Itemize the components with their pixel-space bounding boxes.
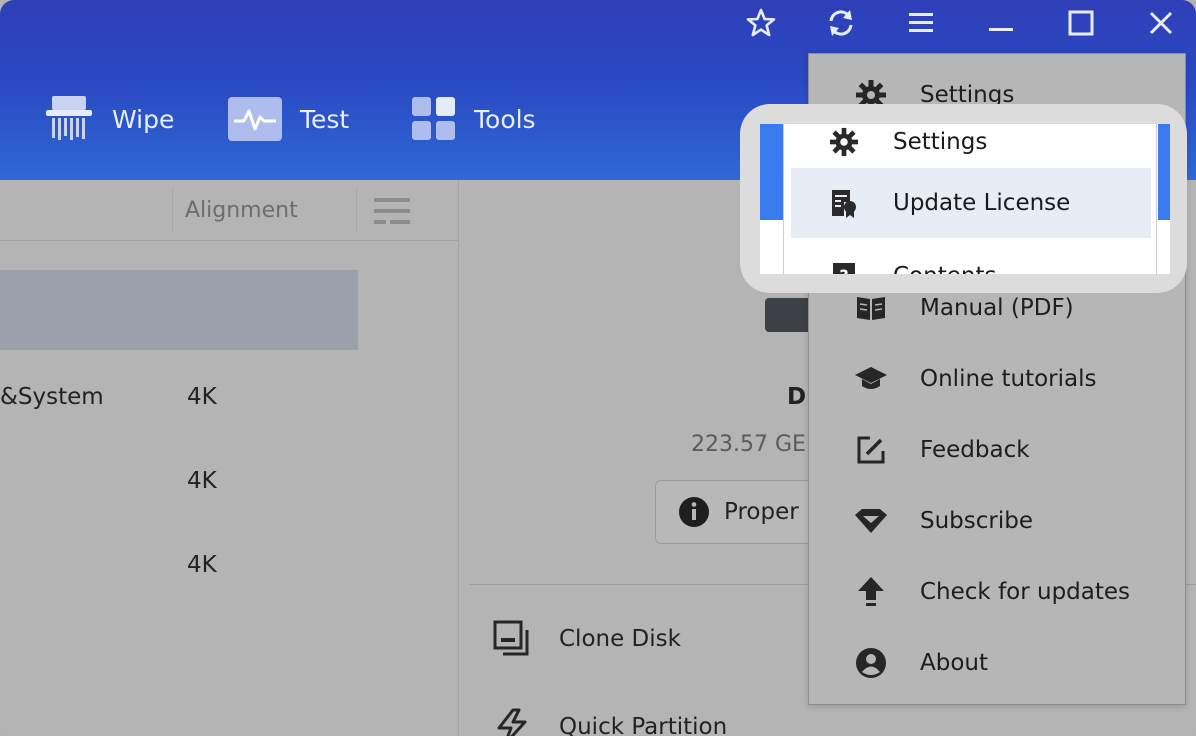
row-name: &System [0,384,104,410]
row-alignment: 4K [187,468,217,494]
column-settings-icon[interactable] [374,196,410,226]
callout-item-update-license[interactable]: Update License [791,168,1151,238]
graduation-cap-icon [855,367,887,389]
row-alignment: 4K [187,552,217,578]
menu-item-subscribe-label: Subscribe [920,508,1034,534]
svg-text:?: ? [839,266,848,274]
minimize-icon[interactable] [986,8,1016,38]
shredder-icon [46,96,92,140]
quick-partition-icon [497,708,527,736]
star-icon[interactable] [746,8,776,38]
properties-label: Proper [724,499,799,525]
toolbar-tools-label: Tools [474,104,536,134]
info-icon [679,497,709,527]
diamond-icon [855,509,887,533]
column-divider[interactable] [172,188,173,232]
callout-item-contents[interactable]: ? Contents [784,246,1156,274]
quick-partition-button[interactable]: Quick Partition [493,708,727,736]
menu-item-feedback[interactable]: Feedback [809,418,1185,482]
column-divider[interactable] [356,188,357,232]
menu-item-feedback-label: Feedback [920,437,1030,463]
menu-item-check-updates-label: Check for updates [920,579,1131,605]
refresh-icon[interactable] [826,8,856,38]
disk-size: 223.57 GE [691,432,806,457]
app-window: Wipe Test Tools Alignment &System 4K 4K … [0,0,1196,736]
table-row-selected[interactable] [0,270,358,350]
table-header: Alignment [0,180,458,241]
edit-icon [857,436,885,464]
callout-item-update-license-label: Update License [893,190,1071,216]
upload-arrow-icon [858,577,884,606]
menu-item-subscribe[interactable]: Subscribe [809,489,1185,553]
toolbar-tools[interactable]: Tools [412,92,536,146]
clone-disk-icon [493,620,529,656]
pulse-icon [228,97,282,141]
license-icon [832,190,856,218]
column-header-alignment[interactable]: Alignment [185,198,298,223]
gear-icon [829,127,859,157]
toolbar-test[interactable]: Test [228,92,349,146]
toolbar-wipe-label: Wipe [112,104,175,134]
menu-item-about[interactable]: About [809,631,1185,695]
clone-disk-button[interactable]: Clone Disk [493,620,681,658]
close-icon[interactable] [1146,8,1176,38]
toolbar-test-label: Test [300,104,350,134]
menu-item-manual-label: Manual (PDF) [920,295,1074,321]
partition-table: Alignment &System 4K 4K 4K [0,180,459,736]
callout-menu: Settings Update License [783,124,1157,274]
quick-partition-label: Quick Partition [559,714,728,736]
menu-item-tutorials-label: Online tutorials [920,366,1097,392]
clone-disk-label: Clone Disk [559,626,681,652]
menu-item-about-label: About [920,650,989,676]
grid-icon [412,97,455,140]
help-book-icon: ? [833,263,855,274]
book-icon [857,297,885,320]
menu-item-tutorials[interactable]: Online tutorials [809,347,1185,411]
toolbar-wipe[interactable]: Wipe [44,92,174,146]
disk-name: D [787,384,807,410]
callout-background-right [1158,124,1170,220]
callout-item-contents-label: Contents [893,263,996,274]
hamburger-icon[interactable] [906,8,936,38]
user-circle-icon [856,648,886,678]
menu-item-check-updates[interactable]: Check for updates [809,560,1185,624]
callout-item-settings-label: Settings [893,129,988,155]
zoom-callout: Settings Update License [760,124,1170,274]
row-alignment: 4K [187,384,217,410]
maximize-icon[interactable] [1066,8,1096,38]
callout-item-settings[interactable]: Settings [784,124,1156,172]
